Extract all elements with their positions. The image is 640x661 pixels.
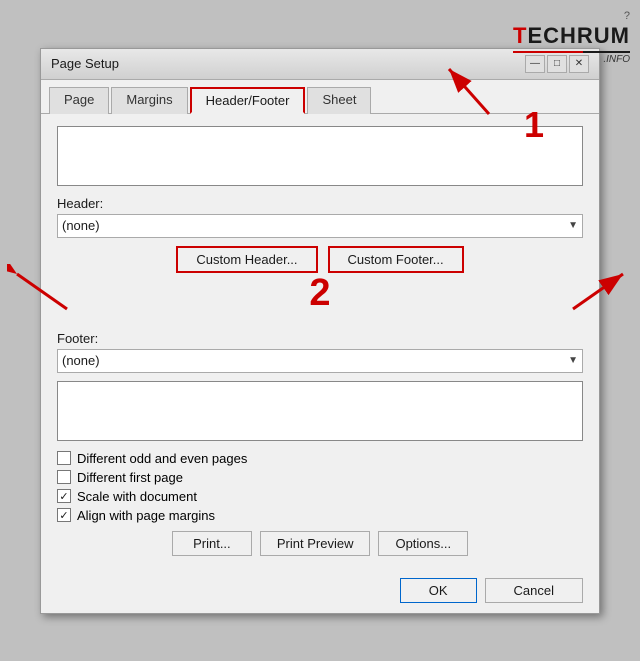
header-dropdown-value: (none) bbox=[62, 218, 100, 233]
footer-dropdown-arrow: ▼ bbox=[568, 355, 578, 366]
footer-preview bbox=[57, 381, 583, 441]
print-preview-button[interactable]: Print Preview bbox=[260, 531, 371, 556]
tab-page[interactable]: Page bbox=[49, 87, 109, 114]
checkbox-align[interactable]: ✓ bbox=[57, 508, 71, 522]
ok-button[interactable]: OK bbox=[400, 578, 477, 603]
footer-label: Footer: bbox=[57, 331, 583, 346]
tab-margins[interactable]: Margins bbox=[111, 87, 187, 114]
custom-buttons-row: Custom Header... Custom Footer... 2 bbox=[57, 246, 583, 273]
header-dropdown-arrow: ▼ bbox=[568, 220, 578, 231]
header-dropdown-row: (none) ▼ bbox=[57, 214, 583, 238]
footer-dropdown-row: (none) ▼ bbox=[57, 349, 583, 373]
annotation-1: 1 bbox=[524, 104, 544, 146]
tab-bar: Page Margins Header/Footer Sheet bbox=[41, 80, 599, 114]
header-dropdown[interactable]: (none) ▼ bbox=[57, 214, 583, 238]
cancel-button[interactable]: Cancel bbox=[485, 578, 583, 603]
print-button[interactable]: Print... bbox=[172, 531, 252, 556]
dialog-title: Page Setup bbox=[51, 56, 119, 71]
watermark-brand: TECHRUM bbox=[513, 23, 630, 49]
tab-header-footer[interactable]: Header/Footer bbox=[190, 87, 306, 114]
checkbox-odd-even-label: Different odd and even pages bbox=[77, 451, 247, 466]
header-preview bbox=[57, 126, 583, 186]
dialog-body: 1 Header: (none) ▼ Custom Header... Cust… bbox=[41, 114, 599, 572]
checkbox-align-label: Align with page margins bbox=[77, 508, 215, 523]
checkbox-odd-even[interactable] bbox=[57, 451, 71, 465]
header-label: Header: bbox=[57, 196, 583, 211]
checkbox-row-odd-even: Different odd and even pages bbox=[57, 451, 583, 466]
custom-footer-button[interactable]: Custom Footer... bbox=[328, 246, 464, 273]
watermark: ? TECHRUM .INFO bbox=[513, 10, 630, 66]
checkbox-first-page[interactable] bbox=[57, 470, 71, 484]
custom-header-button[interactable]: Custom Header... bbox=[176, 246, 317, 273]
page-setup-dialog: Page Setup — □ ✕ Page Margins Header/Foo… bbox=[40, 48, 600, 614]
checkbox-first-page-label: Different first page bbox=[77, 470, 183, 485]
checkbox-row-scale: ✓ Scale with document bbox=[57, 489, 583, 504]
footer-dropdown-value: (none) bbox=[62, 353, 100, 368]
watermark-question: ? bbox=[513, 10, 630, 23]
tab-sheet[interactable]: Sheet bbox=[307, 87, 371, 114]
checkbox-row-first-page: Different first page bbox=[57, 470, 583, 485]
options-button[interactable]: Options... bbox=[378, 531, 468, 556]
checkbox-scale[interactable]: ✓ bbox=[57, 489, 71, 503]
annotation-2: 2 bbox=[309, 272, 330, 315]
checkbox-row-align: ✓ Align with page margins bbox=[57, 508, 583, 523]
checkboxes-section: Different odd and even pages Different f… bbox=[57, 451, 583, 523]
checkbox-scale-label: Scale with document bbox=[77, 489, 197, 504]
bottom-buttons: Print... Print Preview Options... bbox=[57, 531, 583, 556]
footer-dropdown[interactable]: (none) ▼ bbox=[57, 349, 583, 373]
watermark-sub: .INFO bbox=[513, 54, 630, 66]
ok-cancel-row: OK Cancel bbox=[41, 572, 599, 613]
